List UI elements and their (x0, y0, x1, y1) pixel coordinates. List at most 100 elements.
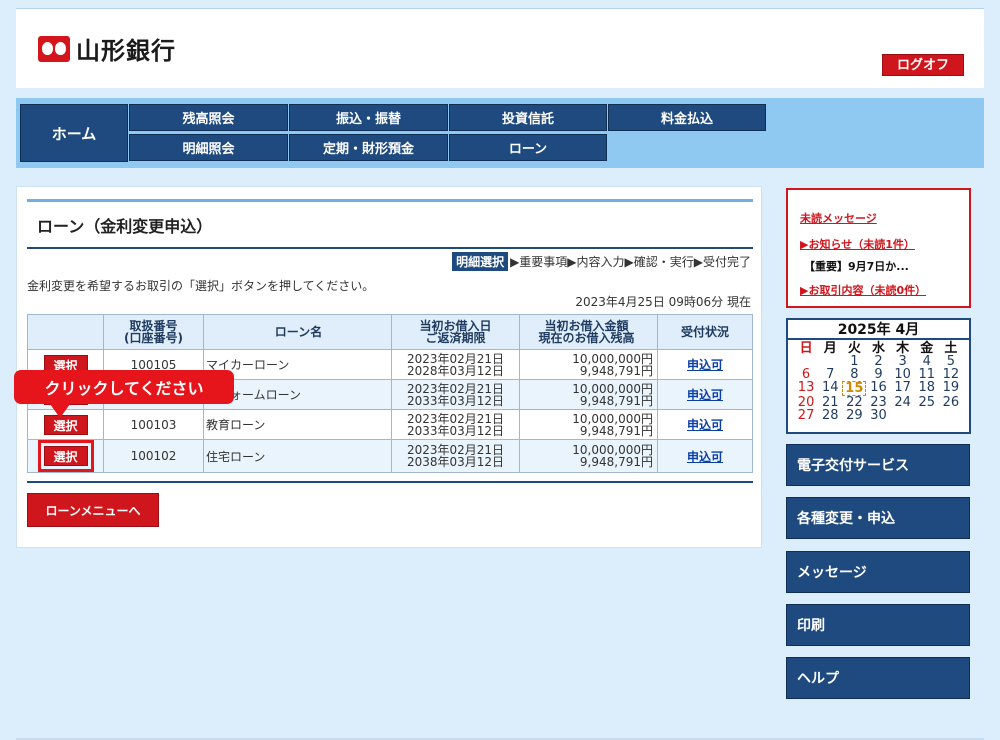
main-nav: ホーム 残高照会 振込・振替 投資信託 料金払込 明細照会 定期・財形預金 ロー… (16, 98, 984, 168)
header-dates: 当初お借入日 ご返済期限 (391, 314, 520, 350)
bank-logo[interactable]: 山形銀行 (38, 31, 176, 66)
side-help-button[interactable]: ヘルプ (786, 657, 970, 699)
loan-due-date: 2033年03月12日 (406, 393, 505, 408)
unread-messages-link[interactable]: 未読メッセージ (800, 210, 877, 226)
nav-home[interactable]: ホーム (20, 104, 128, 162)
loan-number: 100102 (103, 439, 204, 473)
tooltip-arrow (50, 404, 70, 418)
calendar-day: 25 (918, 395, 936, 410)
click-here-tooltip: クリックしてください (14, 370, 234, 404)
important-notice-link[interactable]: 【重要】9月7日か... (804, 258, 909, 274)
loan-amounts: 10,000,000円 9,948,791円 (519, 349, 658, 380)
calendar-day: 14 (821, 380, 839, 395)
calendar-day: 17 (894, 380, 911, 395)
step-rest: ▶重要事項▶内容入力▶確認・実行▶受付完了 (510, 255, 751, 269)
bank-logo-icon (38, 35, 70, 62)
loan-name: 住宅ローン (203, 439, 392, 473)
calendar-day: 16 (870, 380, 887, 395)
side-print-button[interactable]: 印刷 (786, 604, 970, 646)
status-cell: 申込可 (657, 349, 753, 380)
calendar-day: 30 (870, 408, 887, 423)
header: 山形銀行 ログオフ (16, 8, 984, 88)
instruction-text: 金利変更を希望するお取引の「選択」ボタンを押してください。 (27, 279, 375, 293)
logoff-button[interactable]: ログオフ (882, 54, 964, 76)
header-amounts-label: 当初お借入金額 現在のお借入残高 (538, 319, 635, 345)
header-number-label: 取扱番号 (口座番号) (124, 319, 183, 345)
loan-due-date: 2033年03月12日 (406, 423, 505, 438)
calendar-day (939, 409, 963, 422)
header-amounts: 当初お借入金額 現在のお借入残高 (519, 314, 658, 350)
calendar-day: 18 (918, 380, 936, 395)
nav-bill-payment[interactable]: 料金払込 (608, 104, 766, 131)
loan-initial-amount: 10,000,000円 (572, 351, 653, 366)
loan-dates: 2023年02月21日 2033年03月12日 (391, 409, 520, 440)
calendar-weekday: 日 (799, 341, 813, 356)
progress-steps: 明細選択 ▶重要事項▶内容入力▶確認・実行▶受付完了 (452, 252, 751, 271)
status-cell: 申込可 (657, 439, 753, 473)
loan-start-date: 2023年02月21日 (406, 381, 505, 396)
side-messages-button[interactable]: メッセージ (786, 551, 970, 593)
select-button-100102[interactable]: 選択 (43, 446, 88, 466)
title-divider (27, 247, 753, 249)
calendar-day: 13 (797, 380, 815, 395)
side-e-delivery-button[interactable]: 電子交付サービス (786, 444, 970, 486)
loan-initial-amount: 10,000,000円 (572, 381, 653, 396)
select-cell: 選択 (27, 439, 104, 473)
calendar-day: 27 (797, 408, 815, 423)
nav-investment-trust[interactable]: 投資信託 (449, 104, 607, 131)
bank-name: 山形銀行 (76, 36, 176, 65)
calendar-day (915, 409, 939, 422)
loan-dates: 2023年02月21日 2028年03月12日 (391, 349, 520, 380)
loan-dates: 2023年02月21日 2038年03月12日 (391, 439, 520, 473)
loan-balance: 9,948,791円 (579, 455, 653, 469)
nav-transfer[interactable]: 振込・振替 (289, 104, 448, 131)
nav-loan[interactable]: ローン (449, 134, 607, 161)
loan-balance: 9,948,791円 (579, 393, 653, 408)
loan-menu-button[interactable]: ローンメニューへ (27, 493, 159, 527)
main-panel: ローン（金利変更申込） 明細選択 ▶重要事項▶内容入力▶確認・実行▶受付完了 金… (16, 186, 762, 548)
nav-statement-inquiry[interactable]: 明細照会 (129, 134, 288, 161)
calendar-day: 24 (894, 395, 911, 410)
header-dates-label: 当初お借入日 ご返済期限 (419, 319, 492, 345)
calendar-today: 15 (842, 381, 867, 396)
loan-name: 教育ローン (203, 409, 392, 440)
loan-due-date: 2038年03月12日 (406, 455, 505, 469)
status-link[interactable]: 申込可 (687, 418, 723, 432)
loan-amounts: 10,000,000円 9,948,791円 (519, 439, 658, 473)
loan-start-date: 2023年02月21日 (406, 351, 505, 366)
table-header-row: 取扱番号 (口座番号) ローン名 当初お借入日 ご返済期限 当初お借入金額 現在… (27, 314, 753, 350)
status-cell: 申込可 (657, 379, 753, 410)
calendar-day: 29 (846, 408, 863, 423)
announcements-link[interactable]: ▶お知らせ（未読1件） (800, 236, 915, 252)
loan-number: 100103 (103, 409, 204, 440)
title-accent-bar (27, 199, 753, 202)
nav-balance-inquiry[interactable]: 残高照会 (129, 104, 288, 131)
table-row: 選択 100103 教育ローン 2023年02月21日 2033年03月12日 1… (27, 409, 753, 440)
calendar-day: 26 (942, 395, 960, 410)
status-link[interactable]: 申込可 (687, 358, 723, 372)
calendar-day: 8 (850, 367, 859, 382)
status-link[interactable]: 申込可 (687, 450, 723, 464)
calendar-title: 2025年 4月 (788, 320, 969, 340)
status-link[interactable]: 申込可 (687, 388, 723, 402)
loan-initial-amount: 10,000,000円 (572, 411, 653, 426)
header-number: 取扱番号 (口座番号) (103, 314, 204, 350)
loan-amounts: 10,000,000円 9,948,791円 (519, 379, 658, 410)
loan-balance: 9,948,791円 (579, 423, 653, 438)
click-highlight: 選択 (37, 440, 94, 472)
current-datetime: 2023年4月25日 09時06分 現在 (575, 295, 751, 309)
notice-box: 未読メッセージ ▶お知らせ（未読1件） 【重要】9月7日か... ▶お取引内容（… (786, 188, 971, 308)
nav-time-deposit[interactable]: 定期・財形預金 (289, 134, 448, 161)
calendar-weekday: 月 (823, 341, 837, 356)
loan-balance: 9,948,791円 (579, 363, 653, 378)
side-changes-applications-button[interactable]: 各種変更・申込 (786, 497, 970, 539)
loan-due-date: 2028年03月12日 (406, 363, 505, 378)
table-row: 選択 100102 住宅ローン 2023年02月21日 2038年03月12日 1… (27, 439, 753, 473)
calendar-day: 19 (942, 380, 960, 395)
calendar-day: 28 (821, 408, 839, 423)
status-cell: 申込可 (657, 409, 753, 440)
loan-start-date: 2023年02月21日 (406, 411, 505, 426)
transaction-notices-link[interactable]: ▶お取引内容（未読0件） (800, 282, 926, 298)
header-status: 受付状況 (657, 314, 753, 350)
calendar-grid: 日月火水木金土 1 2 3 4 5 6 7 8 9 10 11 12 13 14 15 16 17 18 19 20 21… (788, 340, 969, 422)
